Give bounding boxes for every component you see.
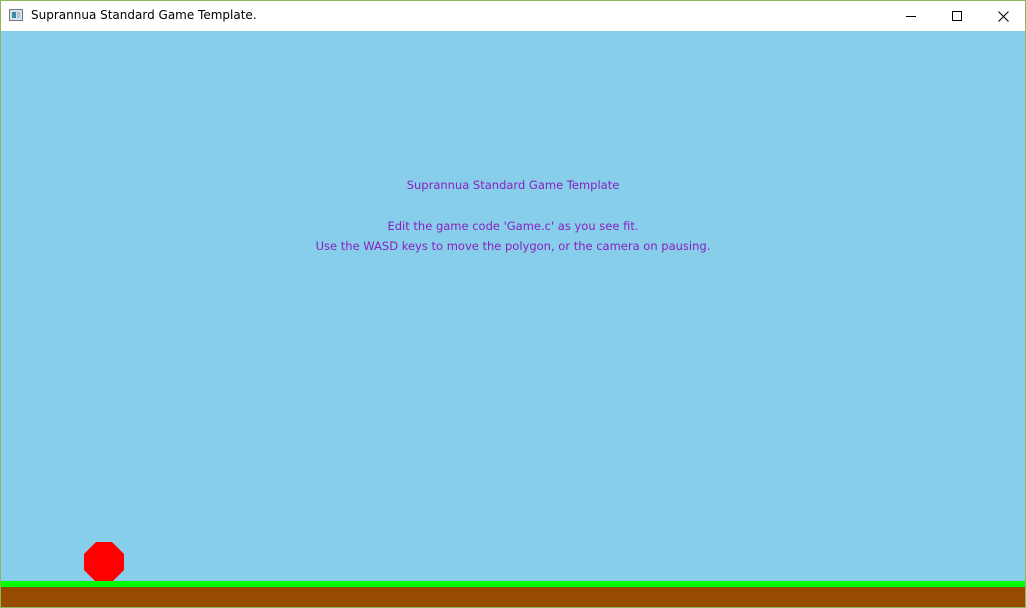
title-bar[interactable]: Suprannua Standard Game Template. <box>1 1 1025 31</box>
game-title-text: Suprannua Standard Game Template <box>406 178 620 192</box>
instruction-text-1: Edit the game code 'Game.c' as you see f… <box>387 219 639 233</box>
instruction-text-2: Use the WASD keys to move the polygon, o… <box>315 239 711 253</box>
minimize-button[interactable] <box>888 1 934 31</box>
close-icon <box>997 10 1009 22</box>
minimize-icon <box>906 15 916 17</box>
close-button[interactable] <box>980 1 1026 31</box>
app-window-icon[interactable] <box>9 9 23 21</box>
game-window: Suprannua Standard Game Template. Supran… <box>0 0 1026 608</box>
ground-dirt <box>1 587 1025 607</box>
player-polygon <box>84 542 124 582</box>
maximize-button[interactable] <box>934 1 980 31</box>
maximize-icon <box>952 11 962 21</box>
game-viewport[interactable]: Suprannua Standard Game Template Edit th… <box>1 31 1025 607</box>
window-title: Suprannua Standard Game Template. <box>31 8 257 22</box>
